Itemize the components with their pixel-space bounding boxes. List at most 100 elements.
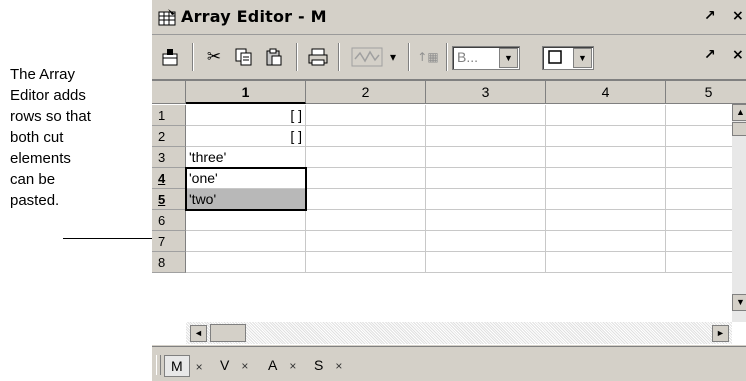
format-swatch-icon (548, 50, 562, 64)
insert-icon[interactable]: ↑▦ (416, 45, 440, 69)
import-data-icon[interactable] (158, 45, 182, 69)
row-header[interactable]: 3 (152, 147, 186, 168)
row-header[interactable]: 4 (152, 168, 186, 189)
print-icon[interactable] (306, 45, 330, 69)
table-cell[interactable] (546, 105, 666, 126)
plot-dropdown-icon[interactable]: ▾ (386, 45, 400, 69)
vertical-scroll-thumb[interactable] (732, 122, 746, 136)
table-cell[interactable] (186, 231, 306, 252)
scroll-up-icon[interactable]: ▲ (732, 104, 746, 121)
vertical-scrollbar[interactable]: ▲ ▼ (732, 104, 746, 322)
table-cell[interactable] (306, 147, 426, 168)
table-cell[interactable] (546, 210, 666, 231)
tab-label: V (220, 357, 230, 373)
display-format-select[interactable]: ▼ (542, 46, 594, 70)
tab-a[interactable]: A × (262, 355, 296, 375)
toolbar-separator (408, 43, 409, 71)
column-header[interactable]: 2 (306, 81, 426, 104)
table-cell[interactable]: 'two' (186, 189, 306, 210)
table-cell[interactable] (426, 210, 546, 231)
horizontal-scroll-thumb[interactable] (210, 324, 246, 342)
annotation-text: The Array Editor adds rows so that both … (10, 64, 140, 211)
row-header[interactable]: 6 (152, 210, 186, 231)
table-cell[interactable]: [ ] (186, 105, 306, 126)
close-icon[interactable]: × (241, 356, 248, 376)
table-cell[interactable] (186, 252, 306, 273)
close-icon[interactable]: × (732, 8, 744, 24)
table-cell[interactable] (306, 252, 426, 273)
annotation-line: can be (10, 171, 56, 188)
array-grid: 1 2 3 4 5 1 [ ] 2 [ ] 3 'three' 4 'one' … (152, 80, 746, 345)
table-cell[interactable]: [ ] (186, 126, 306, 147)
table-cell[interactable] (546, 147, 666, 168)
horizontal-scrollbar[interactable]: ◄ ► (186, 322, 732, 344)
undock-icon[interactable]: ↗ (704, 47, 716, 63)
tab-label: A (268, 357, 278, 373)
annotation-line: rows so that (10, 108, 91, 125)
table-cell[interactable] (306, 210, 426, 231)
table-cell[interactable] (306, 126, 426, 147)
tab-label: S (314, 357, 324, 373)
scroll-down-icon[interactable]: ▼ (732, 294, 746, 311)
column-header[interactable]: 5 (666, 81, 746, 104)
toolbar-separator (338, 43, 339, 71)
annotation-line: The Array (10, 66, 76, 83)
chevron-down-icon[interactable]: ▼ (499, 48, 518, 68)
tab-m[interactable]: M × (164, 355, 203, 377)
annotation-line: Editor adds (10, 87, 86, 104)
close-icon[interactable]: × (732, 47, 744, 63)
base-select-value: B... (457, 49, 479, 65)
tab-s[interactable]: S × (308, 355, 342, 375)
close-icon[interactable]: × (196, 357, 203, 377)
undock-icon[interactable]: ↗ (704, 8, 716, 24)
table-cell[interactable] (306, 105, 426, 126)
close-icon[interactable]: × (289, 356, 296, 376)
table-cell[interactable] (546, 168, 666, 189)
row-header[interactable]: 8 (152, 252, 186, 273)
row-header[interactable]: 1 (152, 105, 186, 126)
toolbar-separator (446, 43, 447, 71)
table-cell[interactable] (426, 168, 546, 189)
annotation-line: elements (10, 150, 71, 167)
plot-icon[interactable] (350, 45, 384, 69)
table-cell[interactable] (426, 252, 546, 273)
window-title: Array Editor - M (181, 7, 327, 26)
table-cell[interactable] (546, 189, 666, 210)
table-cell[interactable] (426, 147, 546, 168)
row-header[interactable]: 7 (152, 231, 186, 252)
table-cell[interactable] (546, 231, 666, 252)
scroll-left-icon[interactable]: ◄ (190, 325, 207, 342)
cut-icon[interactable]: ✂ (202, 45, 226, 69)
scroll-right-icon[interactable]: ► (712, 325, 729, 342)
table-cell[interactable] (306, 168, 426, 189)
table-cell[interactable] (306, 231, 426, 252)
document-tabs: M × V × A × S × (152, 346, 746, 381)
toolbar-separator (296, 43, 297, 71)
column-header[interactable]: 4 (546, 81, 666, 104)
table-cell[interactable] (186, 210, 306, 231)
table-cell[interactable] (546, 126, 666, 147)
table-cell[interactable] (306, 189, 426, 210)
corner-header (152, 81, 186, 104)
paste-icon[interactable] (262, 45, 286, 69)
table-cell[interactable] (426, 105, 546, 126)
column-header[interactable]: 3 (426, 81, 546, 104)
table-cell[interactable]: 'one' (186, 168, 306, 189)
array-editor-app-icon (158, 9, 176, 26)
annotation-line: both cut (10, 129, 64, 146)
base-select[interactable]: B... ▼ (452, 46, 520, 70)
table-cell[interactable] (426, 126, 546, 147)
copy-icon[interactable] (232, 45, 256, 69)
toolbar: ✂ ▾ ↑▦ B... ▼ ▼ ↗ × (152, 35, 746, 80)
row-header[interactable]: 5 (152, 189, 186, 210)
table-cell[interactable] (426, 189, 546, 210)
close-icon[interactable]: × (335, 356, 342, 376)
column-header[interactable]: 1 (186, 81, 306, 104)
tab-v[interactable]: V × (214, 355, 248, 375)
table-cell[interactable] (426, 231, 546, 252)
table-cell[interactable] (546, 252, 666, 273)
row-header[interactable]: 2 (152, 126, 186, 147)
toolbar-separator (192, 43, 193, 71)
table-cell[interactable]: 'three' (186, 147, 306, 168)
chevron-down-icon[interactable]: ▼ (573, 48, 592, 68)
